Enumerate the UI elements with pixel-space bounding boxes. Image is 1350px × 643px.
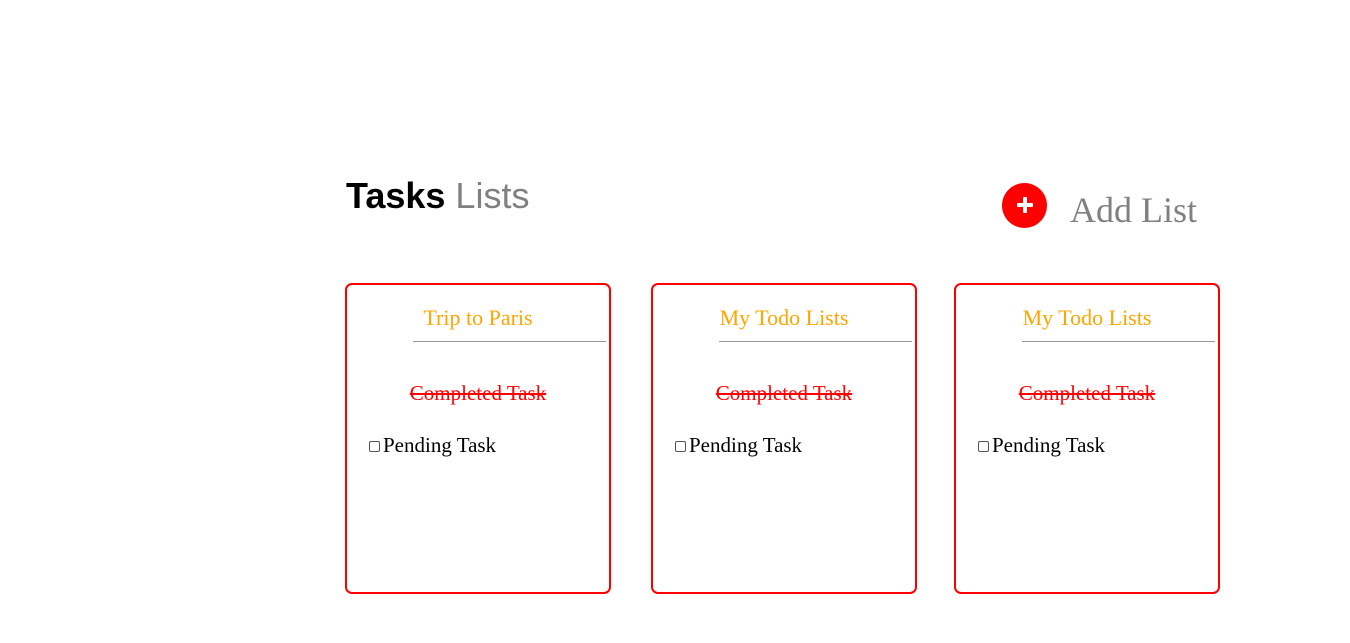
list-title-divider (719, 341, 912, 342)
completed-task[interactable]: Completed Task (956, 381, 1218, 405)
page-title: Tasks Lists (346, 176, 529, 216)
list-card: My Todo Lists Completed Task Pending Tas… (954, 283, 1220, 594)
plus-circle-icon[interactable] (1002, 182, 1047, 228)
pending-task[interactable]: Pending Task (978, 433, 1105, 457)
list-title-divider (413, 341, 606, 342)
pending-task-label: Pending Task (383, 433, 497, 457)
list-title-divider (1022, 341, 1215, 342)
task-checkbox[interactable] (978, 441, 989, 452)
page-title-strong: Tasks (346, 175, 446, 216)
list-card: My Todo Lists Completed Task Pending Tas… (651, 283, 917, 594)
add-list-label: Add List (1070, 190, 1198, 230)
completed-task[interactable]: Completed Task (347, 381, 609, 405)
completed-task[interactable]: Completed Task (653, 381, 915, 405)
pending-task-label: Pending Task (992, 433, 1106, 457)
pending-task[interactable]: Pending Task (369, 433, 496, 457)
pending-task-label: Pending Task (689, 433, 803, 457)
page-title-light: Lists (455, 175, 530, 216)
task-checkbox[interactable] (369, 441, 380, 452)
task-checkbox[interactable] (675, 441, 686, 452)
add-list-button[interactable]: Add List (1002, 179, 1197, 231)
list-title: Trip to Paris (423, 305, 533, 330)
pending-task[interactable]: Pending Task (675, 433, 802, 457)
lists-container: Trip to Paris Completed Task Pending Tas… (345, 283, 1225, 595)
list-title: My Todo Lists (719, 305, 849, 330)
list-title: My Todo Lists (1022, 305, 1152, 330)
list-card: Trip to Paris Completed Task Pending Tas… (345, 283, 611, 594)
